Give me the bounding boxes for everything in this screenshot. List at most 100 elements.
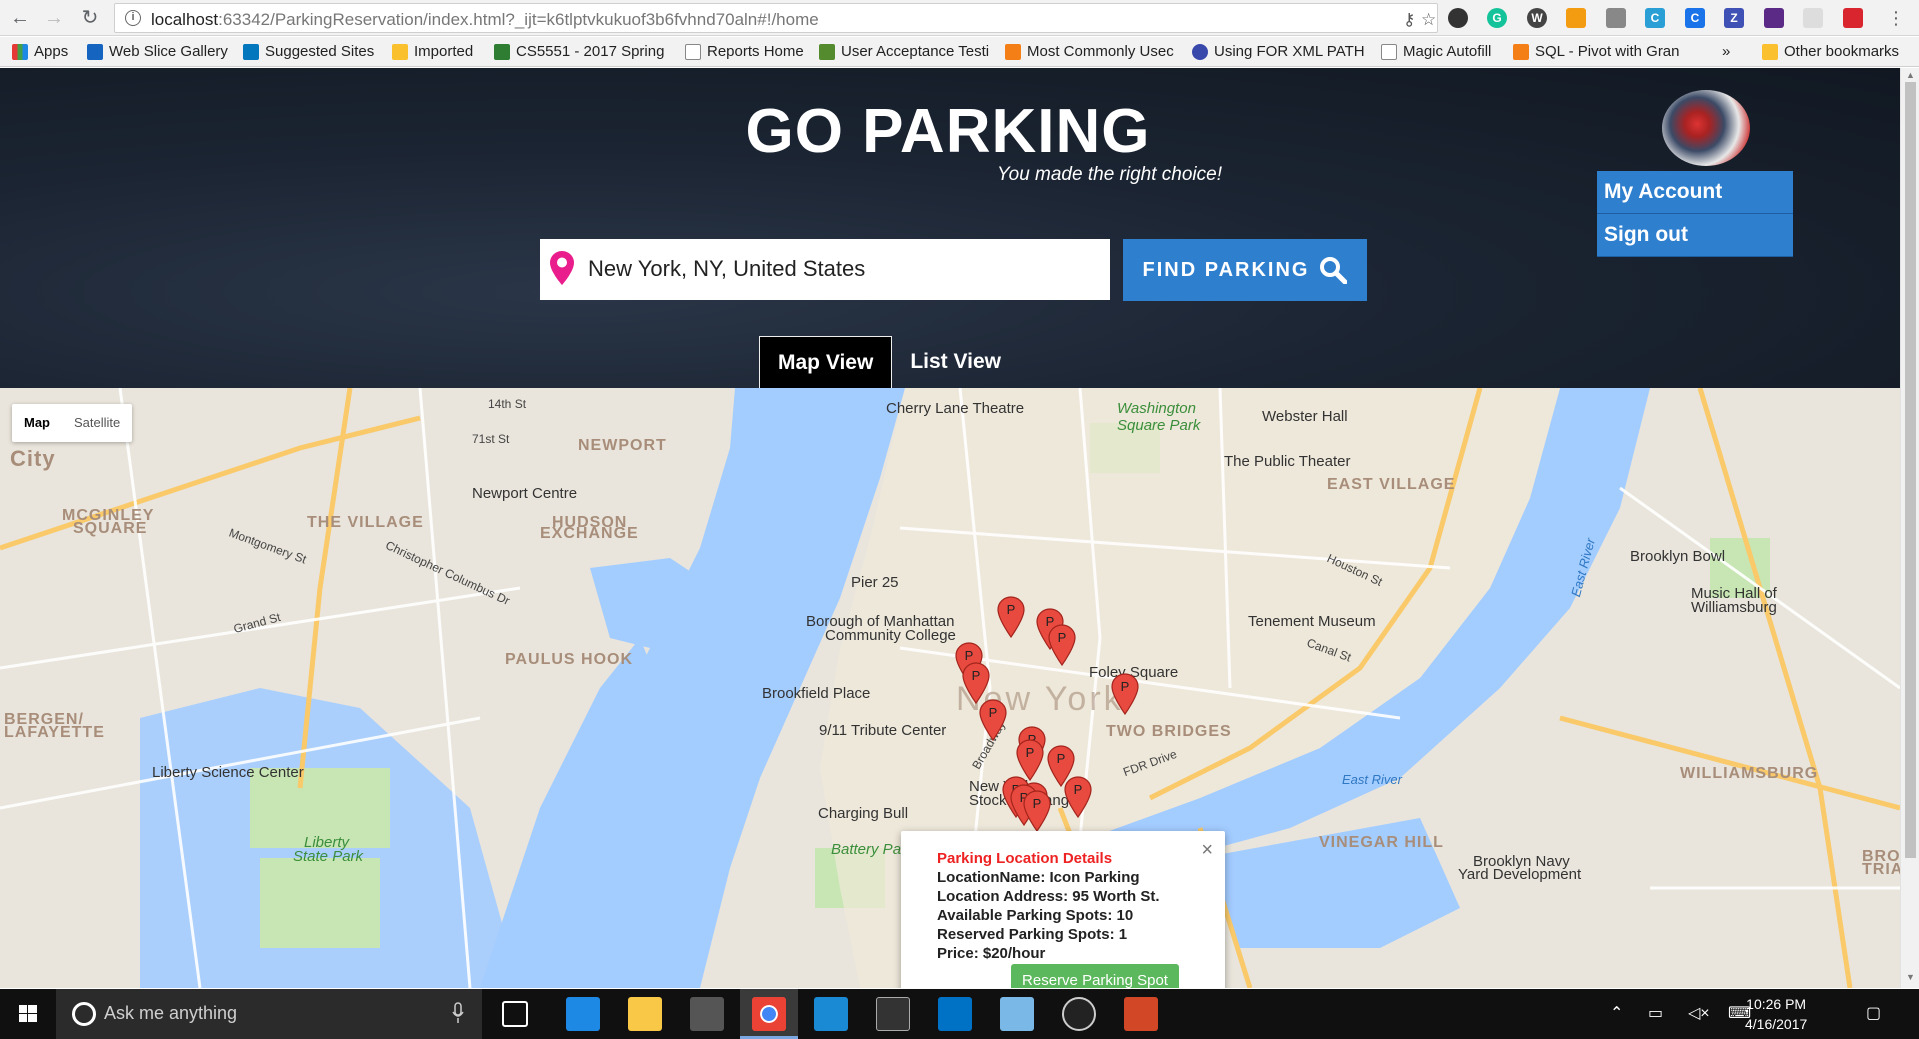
tab-map-view[interactable]: Map View	[759, 336, 893, 388]
extension-icon-5[interactable]	[1606, 8, 1626, 28]
avatar[interactable]	[1662, 90, 1750, 166]
site-info-icon[interactable]: i	[125, 10, 141, 26]
extension-icon-6[interactable]: C	[1645, 8, 1665, 28]
map-type-map-button[interactable]: Map	[12, 404, 62, 442]
map[interactable]: Map Satellite Cherry Lane Theatre Washin…	[0, 388, 1900, 988]
bookmark-magic-autofill[interactable]: Magic Autofill	[1381, 43, 1491, 60]
bookmark-uat[interactable]: User Acceptance Testi	[819, 43, 989, 60]
bookmark-imported[interactable]: Imported	[392, 43, 473, 60]
outlook-icon[interactable]	[938, 997, 972, 1031]
powerpoint-icon[interactable]	[1124, 997, 1158, 1031]
reserve-parking-button[interactable]: Reserve Parking Spot	[1011, 964, 1179, 988]
chrome-icon[interactable]	[752, 997, 786, 1031]
tab-list-view[interactable]: List View	[892, 336, 1019, 388]
cortana-search[interactable]: Ask me anything	[56, 989, 482, 1039]
store-icon[interactable]	[690, 997, 724, 1031]
svg-text:P: P	[1121, 679, 1130, 694]
svg-text:P: P	[1033, 796, 1042, 811]
bookmark-suggested[interactable]: Suggested Sites	[243, 43, 374, 60]
close-icon[interactable]: ×	[1201, 839, 1213, 862]
menu-icon[interactable]: ⋮	[1884, 6, 1908, 30]
app-icon[interactable]	[1000, 997, 1034, 1031]
bookmark-cs5551[interactable]: CS5551 - 2017 Spring	[494, 43, 664, 60]
extension-icon-10[interactable]	[1803, 8, 1823, 28]
bookmark-web-slice[interactable]: Web Slice Gallery	[87, 43, 228, 60]
bookmark-other[interactable]: Other bookmarks	[1762, 43, 1899, 60]
hero-header: GO PARKING You made the right choice! My…	[0, 68, 1900, 388]
scroll-up-icon[interactable]: ▲	[1906, 70, 1915, 80]
parking-marker[interactable]: P	[1064, 776, 1092, 819]
task-view-icon[interactable]	[502, 1001, 528, 1027]
parking-marker[interactable]: P	[997, 596, 1025, 639]
system-clock[interactable]: 10:26 PM 4/16/2017	[1745, 994, 1807, 1034]
cmd-icon[interactable]	[876, 997, 910, 1031]
place-label: Webster Hall	[1262, 408, 1348, 425]
notifications-icon[interactable]: ▢	[1866, 1003, 1881, 1023]
windows-start-icon[interactable]	[0, 989, 56, 1039]
account-menu: My Account Sign out	[1597, 171, 1793, 257]
scrollbar-thumb[interactable]	[1905, 82, 1916, 858]
chevron-up-icon[interactable]: ⌃	[1610, 1003, 1623, 1023]
place-label: Brookfield Place	[762, 685, 871, 702]
parking-marker[interactable]: P	[962, 662, 990, 705]
windows-taskbar: Ask me anything ⌃ ▭ ◁× ⌨ 10:26 PM 4/16/2…	[0, 989, 1919, 1039]
bookmark-most-used[interactable]: Most Commonly Usec	[1005, 43, 1174, 60]
my-account-link[interactable]: My Account	[1597, 171, 1793, 214]
bookmark-sql-pivot[interactable]: SQL - Pivot with Gran	[1513, 43, 1680, 60]
map-type-satellite-button[interactable]: Satellite	[62, 404, 132, 442]
extension-icon-9[interactable]	[1764, 8, 1784, 28]
parking-info-popup: × Parking Location Details LocationName:…	[901, 831, 1225, 988]
popup-available-spots: Available Parking Spots: 10	[937, 907, 1134, 924]
parking-marker[interactable]: P	[1016, 739, 1044, 782]
location-input[interactable]	[588, 251, 1088, 287]
bookmark-reports[interactable]: Reports Home	[685, 43, 804, 60]
place-label: Williamsburg	[1691, 599, 1777, 616]
star-icon[interactable]: ☆	[1421, 10, 1436, 30]
edge-icon[interactable]	[566, 997, 600, 1031]
page-subtitle: You made the right choice!	[997, 164, 1222, 185]
bug-icon	[819, 43, 835, 60]
bookmark-xml-path[interactable]: Using FOR XML PATH	[1192, 43, 1365, 60]
volume-icon[interactable]: ◁×	[1688, 1003, 1710, 1023]
app-icon[interactable]	[1062, 997, 1096, 1031]
folder-icon	[1762, 43, 1778, 60]
apps-grid-icon	[12, 43, 28, 60]
grammarly-icon[interactable]: G	[1487, 8, 1507, 28]
page-scrollbar[interactable]: ▲ ▼	[1900, 68, 1919, 988]
parking-marker[interactable]: P	[1048, 624, 1076, 667]
svg-text:P: P	[965, 648, 974, 663]
extension-icon-11[interactable]	[1843, 8, 1863, 28]
extension-icon-1[interactable]	[1448, 8, 1468, 28]
popup-location-name: LocationName: Icon Parking	[937, 869, 1140, 886]
extension-icon-4[interactable]	[1566, 8, 1586, 28]
microphone-icon[interactable]	[452, 1002, 464, 1024]
bookmark-label: Imported	[414, 43, 474, 60]
key-icon[interactable]: ⚷	[1403, 10, 1415, 30]
scroll-down-icon[interactable]: ▼	[1906, 972, 1915, 982]
svg-text:P: P	[1057, 751, 1066, 766]
battery-icon[interactable]: ▭	[1648, 1003, 1663, 1023]
zotero-icon[interactable]: Z	[1724, 8, 1744, 28]
back-icon[interactable]: ←	[8, 6, 32, 30]
webstorm-icon[interactable]	[814, 997, 848, 1031]
reload-icon[interactable]: ↻	[78, 6, 102, 30]
find-parking-button[interactable]: FIND PARKING	[1123, 239, 1367, 301]
location-pin-icon	[550, 251, 574, 285]
browser-toolbar: ← → ↻ i localhost:63342/ParkingReservati…	[0, 0, 1919, 36]
bookmark-apps[interactable]: Apps	[12, 43, 68, 60]
parking-marker[interactable]: P	[1023, 790, 1051, 833]
bookmark-label: SQL - Pivot with Gran	[1535, 43, 1680, 60]
district-label: WILLIAMSBURG	[1680, 765, 1819, 782]
map-type-control: Map Satellite	[12, 404, 133, 442]
bookmarks-overflow[interactable]: »	[1722, 43, 1730, 60]
place-label: Charging Bull	[818, 805, 909, 822]
wordpress-icon[interactable]: W	[1527, 8, 1547, 28]
parking-marker[interactable]: P	[1111, 673, 1139, 716]
address-bar[interactable]: i localhost:63342/ParkingReservation/ind…	[114, 3, 1438, 33]
extension-icon-7[interactable]: C	[1685, 8, 1705, 28]
parking-marker[interactable]: P	[979, 699, 1007, 742]
forward-icon[interactable]: →	[42, 6, 66, 30]
location-search	[540, 239, 1110, 300]
sign-out-link[interactable]: Sign out	[1597, 214, 1793, 257]
file-explorer-icon[interactable]	[628, 997, 662, 1031]
